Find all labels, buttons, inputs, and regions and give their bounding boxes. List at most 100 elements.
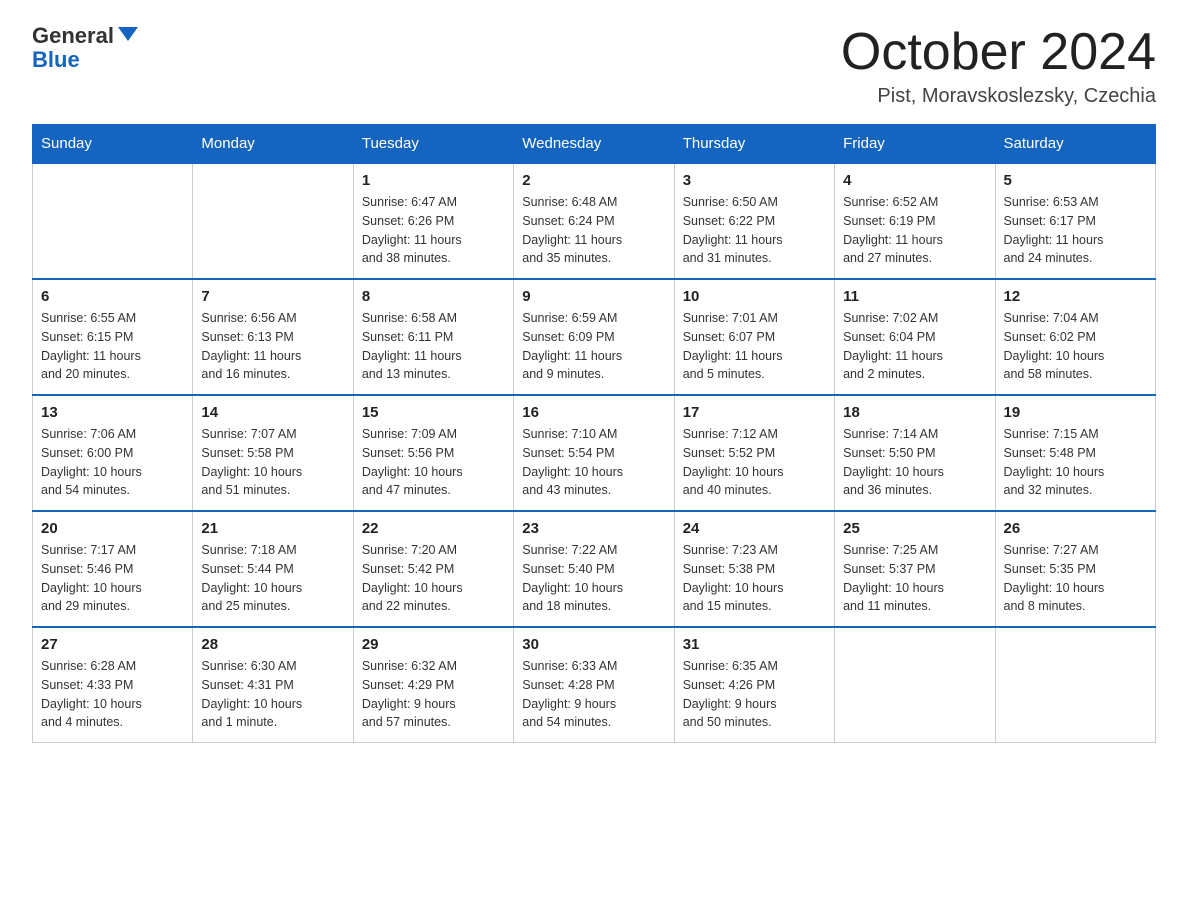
day-info: Sunrise: 6:50 AM Sunset: 6:22 PM Dayligh… xyxy=(683,193,826,268)
logo-blue-text: Blue xyxy=(32,48,138,72)
day-number: 15 xyxy=(362,404,505,421)
day-info: Sunrise: 6:56 AM Sunset: 6:13 PM Dayligh… xyxy=(201,309,344,384)
day-info: Sunrise: 6:52 AM Sunset: 6:19 PM Dayligh… xyxy=(843,193,986,268)
calendar-cell: 14Sunrise: 7:07 AM Sunset: 5:58 PM Dayli… xyxy=(193,395,353,511)
day-info: Sunrise: 7:06 AM Sunset: 6:00 PM Dayligh… xyxy=(41,425,184,500)
day-number: 2 xyxy=(522,172,665,189)
column-header-saturday: Saturday xyxy=(995,125,1155,164)
day-info: Sunrise: 6:58 AM Sunset: 6:11 PM Dayligh… xyxy=(362,309,505,384)
calendar-cell xyxy=(193,163,353,279)
logo-triangle-icon xyxy=(118,27,138,41)
calendar-cell: 9 Sunrise: 6:59 AM Sunset: 6:09 PM Daylig… xyxy=(514,279,674,395)
week-row-4: 20Sunrise: 7:17 AM Sunset: 5:46 PM Dayli… xyxy=(33,511,1156,627)
day-info: Sunrise: 7:07 AM Sunset: 5:58 PM Dayligh… xyxy=(201,425,344,500)
calendar-cell: 30Sunrise: 6:33 AM Sunset: 4:28 PM Dayli… xyxy=(514,627,674,743)
calendar-cell: 24 Sunrise: 7:23 AM Sunset: 5:38 PM Dayli… xyxy=(674,511,834,627)
day-info: Sunrise: 6:32 AM Sunset: 4:29 PM Dayligh… xyxy=(362,657,505,732)
column-header-sunday: Sunday xyxy=(33,125,193,164)
week-row-1: 1Sunrise: 6:47 AM Sunset: 6:26 PM Daylig… xyxy=(33,163,1156,279)
column-header-monday: Monday xyxy=(193,125,353,164)
day-info: Sunrise: 7:09 AM Sunset: 5:56 PM Dayligh… xyxy=(362,425,505,500)
column-header-thursday: Thursday xyxy=(674,125,834,164)
day-number: 6 xyxy=(41,288,184,305)
day-number: 31 xyxy=(683,636,826,653)
calendar-cell: 3 Sunrise: 6:50 AM Sunset: 6:22 PM Daylig… xyxy=(674,163,834,279)
day-info: Sunrise: 6:53 AM Sunset: 6:17 PM Dayligh… xyxy=(1004,193,1147,268)
column-header-tuesday: Tuesday xyxy=(353,125,513,164)
day-number: 5 xyxy=(1004,172,1147,189)
calendar-cell: 27 Sunrise: 6:28 AM Sunset: 4:33 PM Dayli… xyxy=(33,627,193,743)
day-number: 3 xyxy=(683,172,826,189)
month-title: October 2024 xyxy=(841,24,1156,81)
day-number: 10 xyxy=(683,288,826,305)
page-header: General Blue October 2024 Pist, Moravsko… xyxy=(32,24,1156,108)
day-number: 21 xyxy=(201,520,344,537)
calendar-cell: 13 Sunrise: 7:06 AM Sunset: 6:00 PM Dayli… xyxy=(33,395,193,511)
day-number: 22 xyxy=(362,520,505,537)
column-header-wednesday: Wednesday xyxy=(514,125,674,164)
calendar-cell: 11 Sunrise: 7:02 AM Sunset: 6:04 PM Dayli… xyxy=(835,279,995,395)
day-number: 19 xyxy=(1004,404,1147,421)
day-info: Sunrise: 7:02 AM Sunset: 6:04 PM Dayligh… xyxy=(843,309,986,384)
day-number: 28 xyxy=(201,636,344,653)
column-header-friday: Friday xyxy=(835,125,995,164)
calendar-cell: 21 Sunrise: 7:18 AM Sunset: 5:44 PM Dayli… xyxy=(193,511,353,627)
day-number: 18 xyxy=(843,404,986,421)
day-number: 25 xyxy=(843,520,986,537)
day-info: Sunrise: 6:28 AM Sunset: 4:33 PM Dayligh… xyxy=(41,657,184,732)
calendar-cell: 25Sunrise: 7:25 AM Sunset: 5:37 PM Dayli… xyxy=(835,511,995,627)
location-title: Pist, Moravskoslezsky, Czechia xyxy=(841,85,1156,108)
calendar-table: SundayMondayTuesdayWednesdayThursdayFrid… xyxy=(32,124,1156,743)
day-info: Sunrise: 7:15 AM Sunset: 5:48 PM Dayligh… xyxy=(1004,425,1147,500)
day-info: Sunrise: 7:18 AM Sunset: 5:44 PM Dayligh… xyxy=(201,541,344,616)
day-info: Sunrise: 6:59 AM Sunset: 6:09 PM Dayligh… xyxy=(522,309,665,384)
day-number: 12 xyxy=(1004,288,1147,305)
day-info: Sunrise: 7:10 AM Sunset: 5:54 PM Dayligh… xyxy=(522,425,665,500)
day-info: Sunrise: 7:17 AM Sunset: 5:46 PM Dayligh… xyxy=(41,541,184,616)
logo: General Blue xyxy=(32,24,138,72)
day-number: 11 xyxy=(843,288,986,305)
calendar-cell: 26 Sunrise: 7:27 AM Sunset: 5:35 PM Dayli… xyxy=(995,511,1155,627)
week-row-2: 6 Sunrise: 6:55 AM Sunset: 6:15 PM Daylig… xyxy=(33,279,1156,395)
day-number: 1 xyxy=(362,172,505,189)
day-info: Sunrise: 7:22 AM Sunset: 5:40 PM Dayligh… xyxy=(522,541,665,616)
day-number: 17 xyxy=(683,404,826,421)
calendar-cell: 16 Sunrise: 7:10 AM Sunset: 5:54 PM Dayli… xyxy=(514,395,674,511)
calendar-cell: 12 Sunrise: 7:04 AM Sunset: 6:02 PM Dayli… xyxy=(995,279,1155,395)
day-number: 24 xyxy=(683,520,826,537)
day-number: 13 xyxy=(41,404,184,421)
day-number: 7 xyxy=(201,288,344,305)
title-area: October 2024 Pist, Moravskoslezsky, Czec… xyxy=(841,24,1156,108)
day-info: Sunrise: 7:23 AM Sunset: 5:38 PM Dayligh… xyxy=(683,541,826,616)
calendar-cell: 29 Sunrise: 6:32 AM Sunset: 4:29 PM Dayli… xyxy=(353,627,513,743)
day-number: 30 xyxy=(522,636,665,653)
day-number: 8 xyxy=(362,288,505,305)
calendar-cell: 20Sunrise: 7:17 AM Sunset: 5:46 PM Dayli… xyxy=(33,511,193,627)
day-number: 9 xyxy=(522,288,665,305)
week-row-3: 13 Sunrise: 7:06 AM Sunset: 6:00 PM Dayli… xyxy=(33,395,1156,511)
day-info: Sunrise: 6:30 AM Sunset: 4:31 PM Dayligh… xyxy=(201,657,344,732)
day-info: Sunrise: 7:12 AM Sunset: 5:52 PM Dayligh… xyxy=(683,425,826,500)
calendar-cell: 19 Sunrise: 7:15 AM Sunset: 5:48 PM Dayli… xyxy=(995,395,1155,511)
calendar-cell: 31Sunrise: 6:35 AM Sunset: 4:26 PM Dayli… xyxy=(674,627,834,743)
calendar-cell xyxy=(995,627,1155,743)
calendar-cell xyxy=(33,163,193,279)
day-info: Sunrise: 7:04 AM Sunset: 6:02 PM Dayligh… xyxy=(1004,309,1147,384)
calendar-cell: 4 Sunrise: 6:52 AM Sunset: 6:19 PM Daylig… xyxy=(835,163,995,279)
calendar-cell: 22Sunrise: 7:20 AM Sunset: 5:42 PM Dayli… xyxy=(353,511,513,627)
day-info: Sunrise: 6:55 AM Sunset: 6:15 PM Dayligh… xyxy=(41,309,184,384)
day-number: 16 xyxy=(522,404,665,421)
calendar-cell: 8 Sunrise: 6:58 AM Sunset: 6:11 PM Daylig… xyxy=(353,279,513,395)
day-info: Sunrise: 7:27 AM Sunset: 5:35 PM Dayligh… xyxy=(1004,541,1147,616)
day-info: Sunrise: 7:01 AM Sunset: 6:07 PM Dayligh… xyxy=(683,309,826,384)
logo-general-text: General xyxy=(32,24,114,48)
day-number: 26 xyxy=(1004,520,1147,537)
day-number: 27 xyxy=(41,636,184,653)
calendar-cell: 23Sunrise: 7:22 AM Sunset: 5:40 PM Dayli… xyxy=(514,511,674,627)
day-number: 29 xyxy=(362,636,505,653)
calendar-cell: 15 Sunrise: 7:09 AM Sunset: 5:56 PM Dayli… xyxy=(353,395,513,511)
calendar-cell: 28 Sunrise: 6:30 AM Sunset: 4:31 PM Dayli… xyxy=(193,627,353,743)
calendar-cell: 7 Sunrise: 6:56 AM Sunset: 6:13 PM Daylig… xyxy=(193,279,353,395)
day-number: 4 xyxy=(843,172,986,189)
calendar-cell: 18Sunrise: 7:14 AM Sunset: 5:50 PM Dayli… xyxy=(835,395,995,511)
